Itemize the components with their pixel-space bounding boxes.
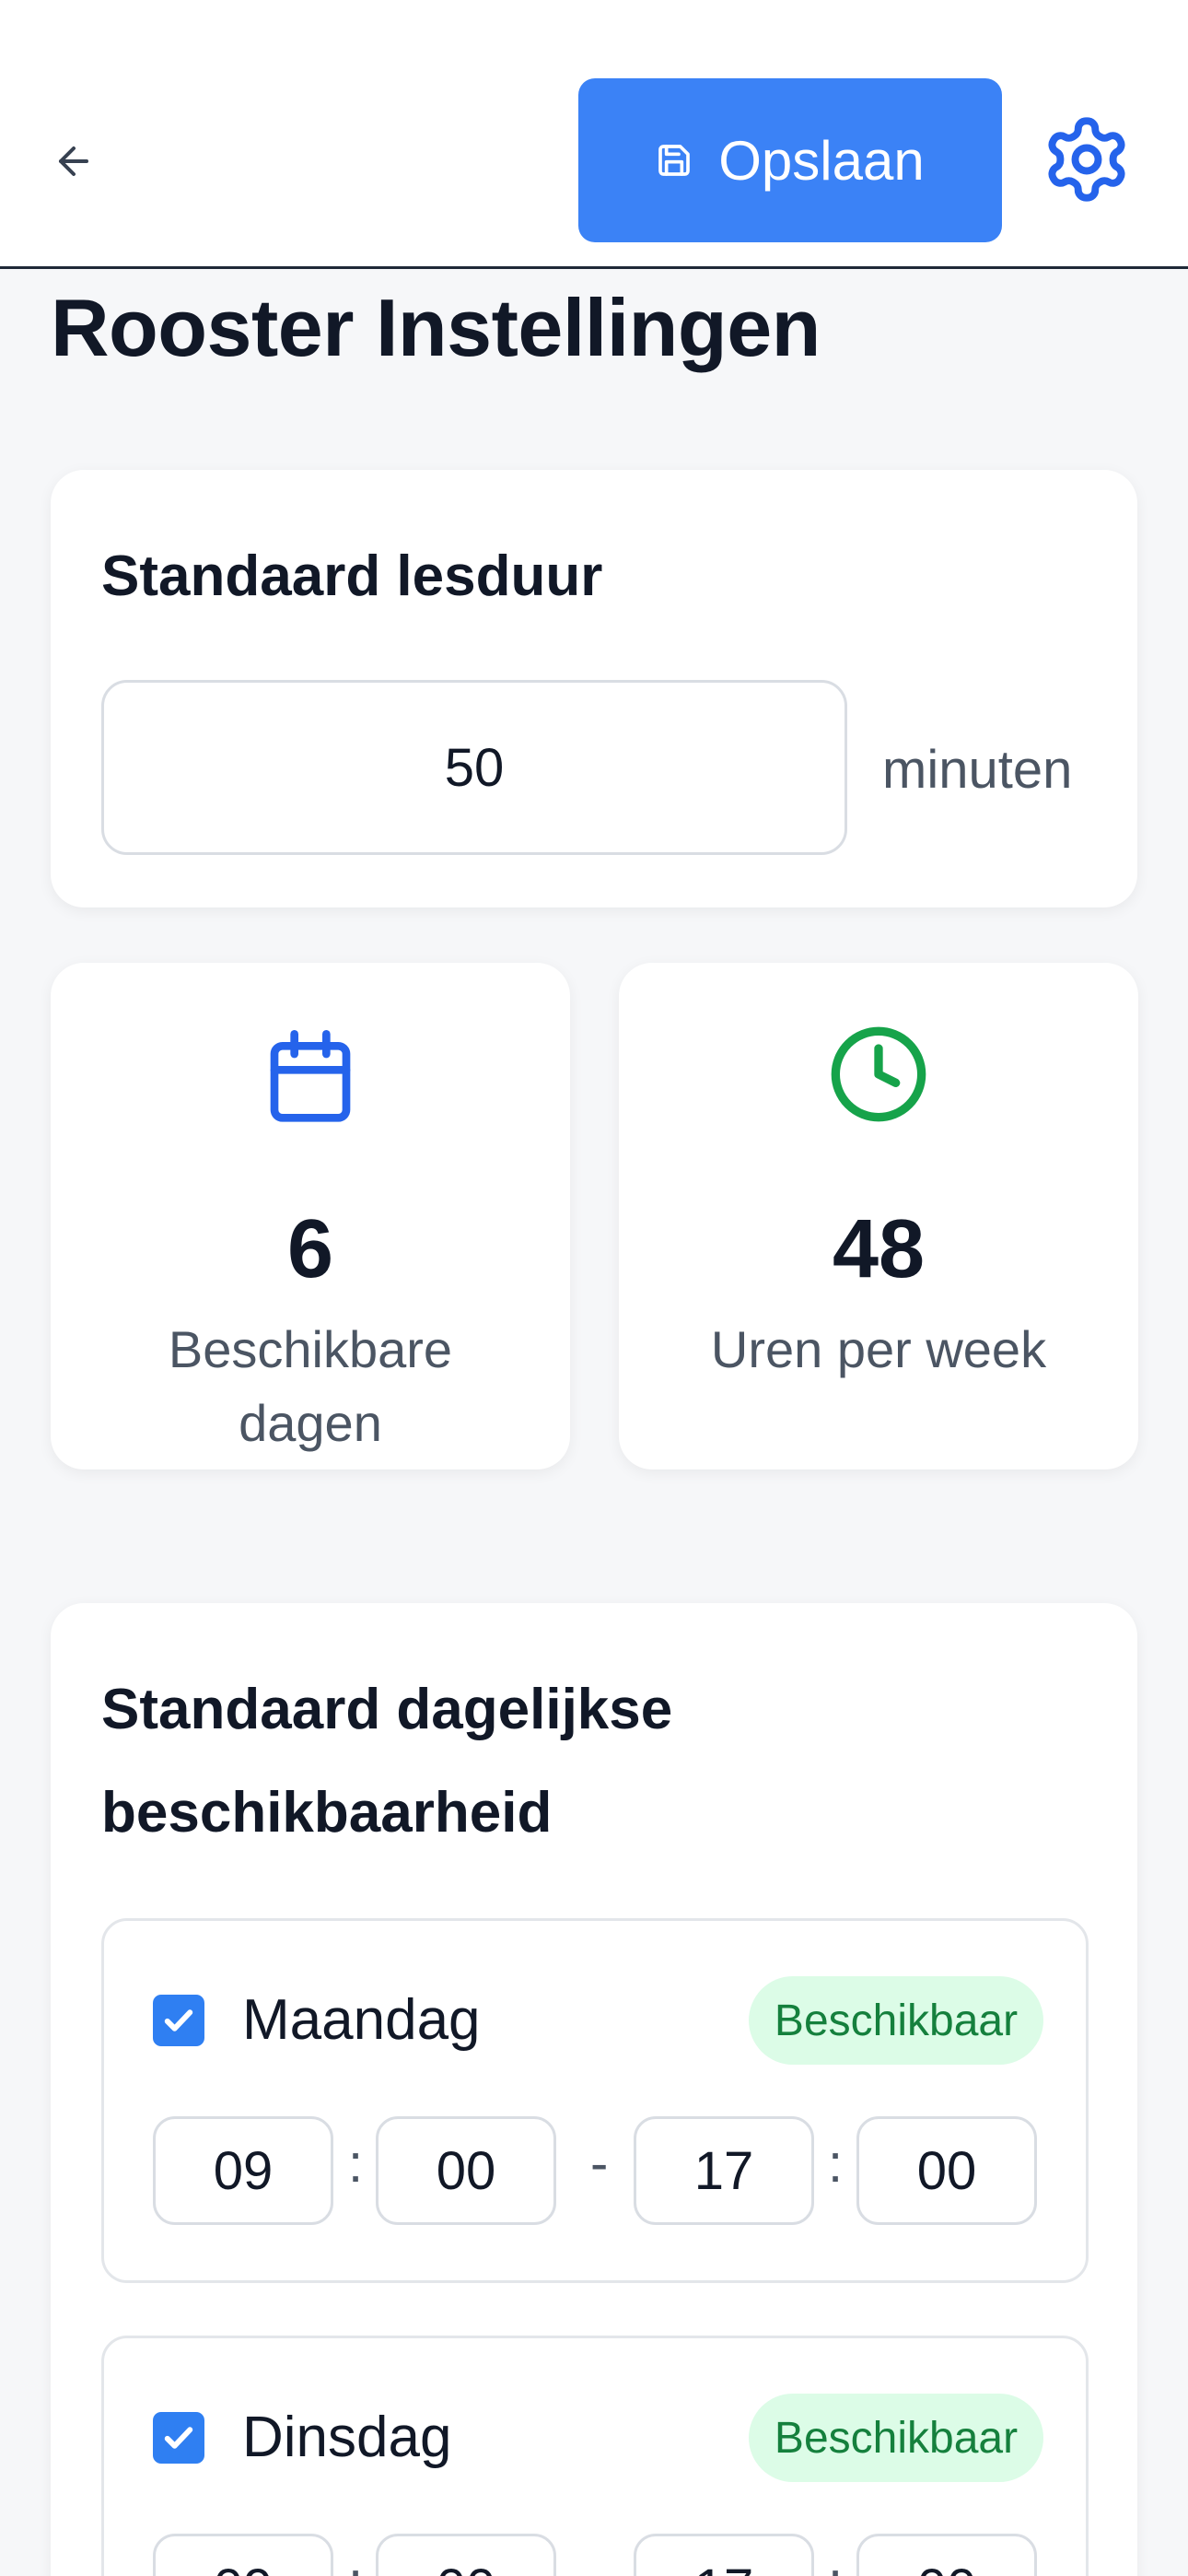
range-separator: -	[590, 2134, 609, 2194]
hours-per-week-stat-card: 48 Uren per week	[619, 963, 1138, 1469]
top-bar: Opslaan	[0, 0, 1188, 269]
time-separator: :	[348, 2550, 363, 2576]
daily-availability-card: Standaard dagelijkse beschikbaarheid Maa…	[51, 1603, 1137, 2576]
end-minute-input[interactable]: 00	[856, 2116, 1037, 2225]
end-hour-input[interactable]: 17	[634, 2534, 814, 2576]
end-hour-input[interactable]: 17	[634, 2116, 814, 2225]
available-days-stat-card: 6 Beschikbare dagen	[51, 963, 570, 1469]
day-name: Dinsdag	[242, 2406, 452, 2469]
save-button[interactable]: Opslaan	[578, 78, 1002, 242]
lesson-duration-title: Standaard lesduur	[101, 544, 603, 608]
start-hour-input[interactable]: 09	[153, 2534, 333, 2576]
lesson-duration-card: Standaard lesduur minuten	[51, 470, 1137, 907]
day-checkbox-dinsdag[interactable]	[153, 2412, 204, 2464]
day-name: Maandag	[242, 1988, 481, 2052]
start-hour-input[interactable]: 09	[153, 2116, 333, 2225]
page-title: Rooster Instellingen	[51, 282, 821, 373]
lesson-duration-input[interactable]	[101, 680, 847, 855]
back-button[interactable]	[46, 134, 101, 189]
clock-icon	[831, 1026, 926, 1122]
range-separator: -	[590, 2550, 608, 2576]
calendar-icon	[270, 1030, 351, 1122]
status-badge: Beschikbaar	[749, 2394, 1043, 2482]
day-checkbox-maandag[interactable]	[153, 1995, 204, 2046]
available-days-label: Beschikbare dagen	[168, 1320, 453, 1452]
time-separator: :	[348, 2134, 364, 2194]
hours-per-week-label: Uren per week	[710, 1320, 1047, 1378]
daily-availability-title: Standaard dagelijkse beschikbaarheid	[101, 1678, 673, 1844]
end-minute-input[interactable]: 00	[856, 2534, 1037, 2576]
arrow-left-icon	[59, 146, 88, 176]
save-button-label: Opslaan	[718, 129, 925, 192]
start-minute-input[interactable]: 00	[376, 2534, 556, 2576]
checkmark-icon	[164, 2009, 193, 2032]
time-separator: :	[828, 2134, 844, 2194]
day-row-maandag: Maandag Beschikbaar 09 : 00 - 17 : 00	[101, 1918, 1089, 2283]
status-badge: Beschikbaar	[749, 1976, 1043, 2065]
duration-unit-label: minuten	[882, 740, 1073, 800]
gear-icon	[1048, 116, 1125, 202]
day-row-dinsdag: Dinsdag Beschikbaar 09 : 00 - 17 : 00	[101, 2336, 1089, 2576]
floppy-disk-icon	[658, 145, 691, 176]
available-days-value: 6	[286, 1203, 334, 1295]
start-minute-input[interactable]: 00	[376, 2116, 556, 2225]
checkmark-icon	[164, 2427, 193, 2449]
settings-button[interactable]	[1041, 106, 1133, 212]
time-separator: :	[828, 2550, 843, 2576]
hours-per-week-value: 48	[832, 1203, 926, 1295]
